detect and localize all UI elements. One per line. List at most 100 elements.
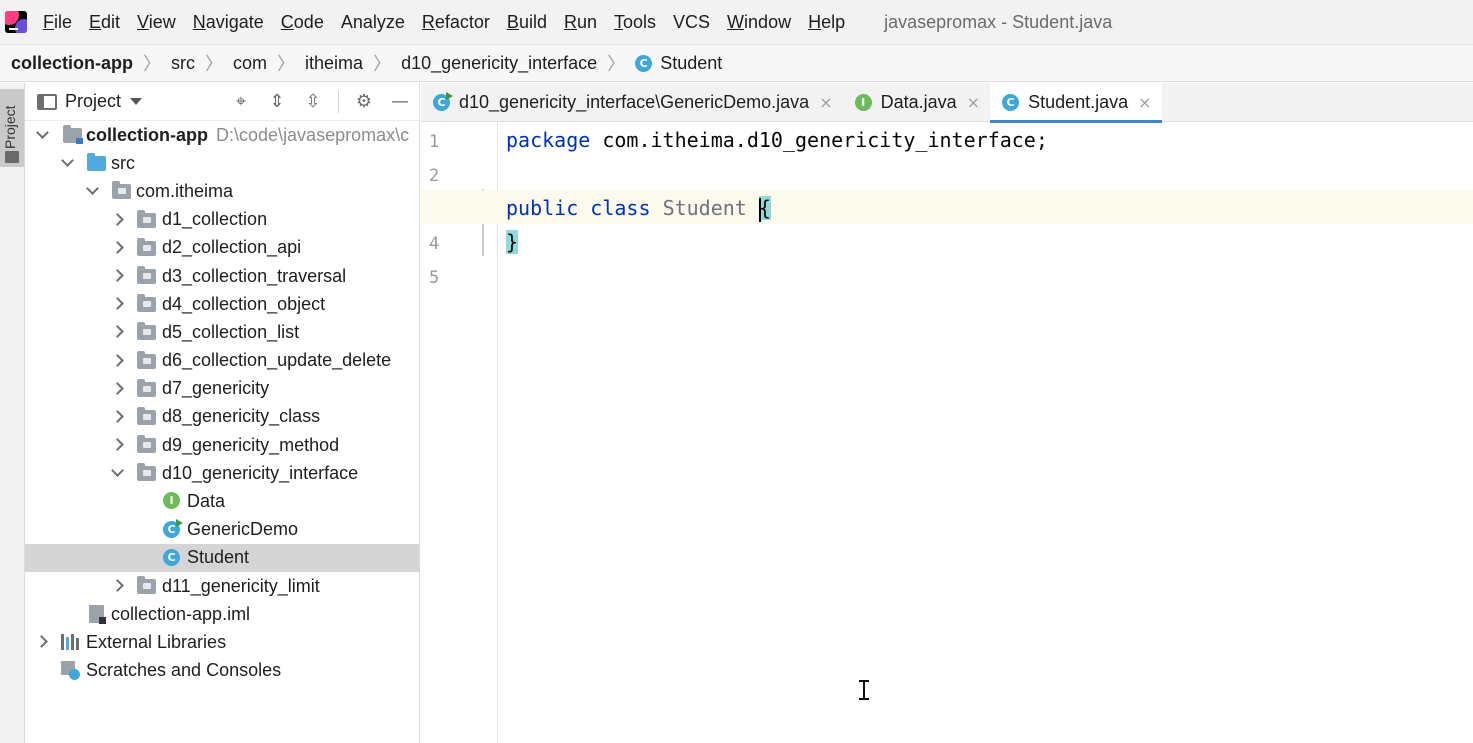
source-folder-icon: [87, 153, 106, 172]
code-line: package com.itheima.d10_genericity_inter…: [506, 128, 1048, 152]
expand-all-icon[interactable]: ⇕: [266, 91, 288, 113]
runnable-class-icon: C: [163, 518, 183, 538]
matched-brace: }: [506, 230, 519, 254]
tree-item-package[interactable]: d5_collection_list: [25, 318, 419, 346]
tree-item-file-student[interactable]: C Student: [25, 543, 419, 572]
package-icon: [137, 576, 156, 594]
menu-analyze[interactable]: Analyze: [341, 12, 405, 33]
library-icon: [61, 634, 81, 651]
tree-item-package[interactable]: d1_collection: [25, 206, 419, 234]
close-icon[interactable]: ×: [1138, 93, 1151, 112]
hide-panel-icon[interactable]: —: [389, 91, 411, 113]
project-view-selector[interactable]: Project: [65, 91, 121, 112]
menu-view[interactable]: View: [137, 12, 176, 33]
tree-item-label: d8_genericity_class: [162, 406, 321, 427]
tab-label: Data.java: [880, 92, 957, 112]
toolbar-divider: [338, 90, 339, 113]
menu-code[interactable]: Code: [281, 12, 324, 33]
tree-item-package[interactable]: d11_genericity_limit: [25, 572, 419, 600]
menu-window[interactable]: Window: [727, 12, 791, 33]
tree-item-external-libraries[interactable]: External Libraries: [25, 628, 419, 656]
tree-item-file-genericdemo[interactable]: C GenericDemo: [25, 516, 419, 544]
tree-item-package[interactable]: d7_genericity: [25, 375, 419, 403]
tree-item-scratches[interactable]: Scratches and Consoles: [25, 657, 419, 685]
chevron-down-icon[interactable]: [37, 129, 47, 139]
tab-student[interactable]: C Student.java ×: [990, 83, 1163, 123]
tree-item-package[interactable]: d6_collection_update_delete: [25, 347, 419, 375]
folder-icon: [5, 151, 19, 163]
menu-tools[interactable]: Tools: [614, 12, 656, 33]
collapse-all-icon[interactable]: ⇳: [302, 91, 324, 113]
chevron-right-icon[interactable]: [112, 299, 122, 309]
tree-item-label: com.itheima: [136, 180, 234, 201]
tab-label: d10_genericity_interface\GenericDemo.jav…: [459, 92, 810, 112]
code-line: public class Student {: [506, 196, 771, 222]
chevron-down-icon[interactable]: [87, 185, 97, 195]
breadcrumb-current-class[interactable]: Student: [660, 53, 722, 74]
menu-file[interactable]: File: [43, 12, 72, 33]
chevron-right-icon[interactable]: [36, 637, 46, 647]
line-number: 1: [429, 132, 440, 152]
tree-item-label: d9_genericity_method: [162, 434, 340, 455]
runnable-class-icon: C: [433, 92, 453, 111]
chevron-down-icon[interactable]: [62, 157, 72, 167]
project-path: D:\code\javasepromax\c: [216, 124, 410, 145]
tree-item-package[interactable]: d2_collection_api: [25, 234, 419, 262]
chevron-right-icon[interactable]: [112, 412, 122, 422]
code-editor[interactable]: package com.itheima.d10_genericity_inter…: [421, 122, 1473, 743]
chevron-down-icon[interactable]: [112, 467, 122, 477]
menu-refactor[interactable]: Refactor: [422, 12, 490, 33]
tree-item-collection-app[interactable]: collection-app D:\code\javasepromax\c: [25, 121, 419, 149]
text-caret: [758, 197, 761, 222]
project-tab-label: Project: [2, 105, 18, 149]
breadcrumb-com[interactable]: com: [233, 53, 267, 74]
window-title: javasepromax - Student.java: [884, 11, 1113, 32]
chevron-down-icon[interactable]: [130, 98, 143, 105]
tree-item-package[interactable]: d9_genericity_method: [25, 431, 419, 459]
chevron-right-icon[interactable]: [112, 356, 122, 366]
project-tool-window-tab[interactable]: Project: [0, 89, 24, 167]
tree-item-label: External Libraries: [86, 631, 227, 652]
locate-file-icon[interactable]: ⌖: [230, 91, 252, 113]
package-icon: [137, 378, 156, 397]
menu-help[interactable]: Help: [808, 12, 845, 33]
tab-genericdemo[interactable]: C d10_genericity_interface\GenericDemo.j…: [421, 83, 843, 122]
chevron-right-icon[interactable]: [112, 384, 122, 394]
tree-item-file-data[interactable]: I Data: [25, 487, 419, 515]
package-icon: [137, 237, 156, 256]
close-icon[interactable]: ×: [967, 93, 980, 112]
tree-item-package[interactable]: d3_collection_traversal: [25, 262, 419, 290]
tree-item-label: collection-app D:\code\javasepromax\c: [86, 124, 410, 145]
intellij-logo-icon: [5, 11, 27, 33]
breadcrumb-package[interactable]: d10_genericity_interface: [401, 53, 597, 74]
menu-build[interactable]: Build: [507, 12, 547, 33]
chevron-right-icon[interactable]: [112, 243, 122, 253]
project-panel-header: Project ⌖ ⇕ ⇳ ⚙ —: [25, 83, 419, 121]
chevron-right-icon[interactable]: [112, 440, 122, 450]
tree-item-label: d11_genericity_limit: [162, 575, 320, 596]
menu-run[interactable]: Run: [564, 12, 597, 33]
menu-vcs[interactable]: VCS: [673, 12, 710, 33]
tree-item-src[interactable]: src: [25, 149, 419, 177]
tree-item-package[interactable]: d4_collection_object: [25, 290, 419, 318]
scratches-icon: [61, 660, 81, 681]
chevron-right-icon[interactable]: [112, 271, 122, 281]
tree-item-package-open[interactable]: d10_genericity_interface: [25, 459, 419, 487]
menu-edit[interactable]: Edit: [89, 12, 120, 33]
chevron-right-icon[interactable]: [112, 215, 122, 225]
tree-item-iml-file[interactable]: collection-app.iml: [25, 600, 419, 628]
tree-item-package[interactable]: d8_genericity_class: [25, 403, 419, 431]
tree-item-com-itheima[interactable]: com.itheima: [25, 177, 419, 205]
menu-navigate[interactable]: Navigate: [193, 12, 264, 33]
chevron-right-icon[interactable]: [112, 327, 122, 337]
breadcrumb-project[interactable]: collection-app: [11, 53, 133, 74]
close-icon[interactable]: ×: [819, 93, 832, 112]
tab-data[interactable]: I Data.java ×: [843, 83, 990, 122]
breadcrumb-src[interactable]: src: [171, 53, 195, 74]
chevron-right-icon[interactable]: [112, 581, 122, 591]
mouse-ibeam-cursor-icon: [858, 680, 870, 700]
tree-item-label: Data: [187, 491, 226, 512]
gear-icon[interactable]: ⚙: [353, 91, 375, 113]
breadcrumb-itheima[interactable]: itheima: [305, 53, 363, 74]
editor-tabs: C d10_genericity_interface\GenericDemo.j…: [421, 83, 1473, 123]
